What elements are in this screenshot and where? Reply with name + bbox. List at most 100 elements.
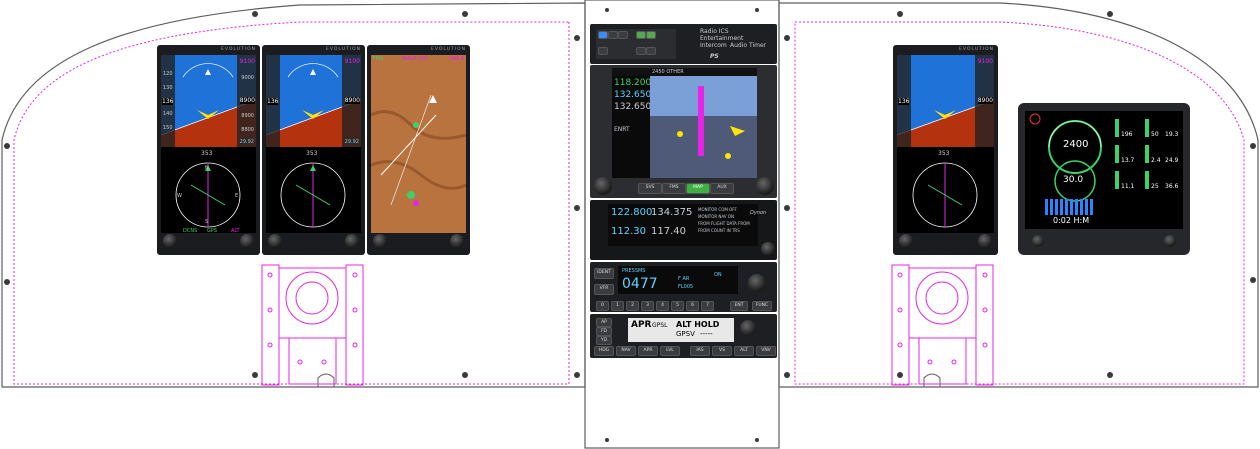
gauge-value-3: 19.3 bbox=[1165, 131, 1179, 138]
speed-tick-1: 120 bbox=[163, 71, 173, 77]
engine-right-knob[interactable] bbox=[1164, 235, 1176, 247]
navigator-freq-column: 118.200 132.650 132.650 ENRT bbox=[612, 76, 652, 178]
navigator-key-fms[interactable]: FMS bbox=[662, 183, 686, 194]
digit-6[interactable]: 6 bbox=[686, 301, 699, 311]
vnv-key[interactable]: VNV bbox=[756, 346, 776, 356]
yd-key[interactable]: YD bbox=[596, 336, 612, 345]
navigator-key-svs[interactable]: SVS bbox=[638, 183, 662, 194]
gauge-value-8: 25 bbox=[1151, 183, 1159, 190]
map-right-label: TABLE bbox=[448, 56, 464, 62]
baro-setting: 29.92 bbox=[344, 139, 359, 145]
speed-tick-2: 130 bbox=[163, 85, 173, 91]
right-knob[interactable] bbox=[345, 234, 359, 248]
left-knob[interactable] bbox=[268, 234, 282, 248]
audio-key-4[interactable] bbox=[636, 31, 646, 39]
nav-active: 112.30 bbox=[611, 226, 646, 237]
altitude-bug: 9100 bbox=[239, 58, 255, 65]
pfd-screen: 136 9100 8900 353 bbox=[897, 55, 994, 233]
alt-tick-2: 8900 bbox=[241, 113, 254, 119]
lvl-key[interactable]: LVL bbox=[660, 346, 680, 356]
audio-line-3: Intercom bbox=[700, 42, 727, 49]
airspeed-readout: 136 bbox=[162, 98, 174, 105]
navigator-left-knob[interactable] bbox=[594, 177, 612, 195]
right-knob[interactable] bbox=[450, 234, 464, 248]
ap-key[interactable]: AP bbox=[596, 318, 612, 327]
fd-key[interactable]: FD bbox=[596, 327, 612, 336]
navigator-right-knob[interactable] bbox=[756, 177, 774, 195]
engine-time: 0:02 H:M bbox=[1053, 216, 1090, 225]
digit-3[interactable]: 3 bbox=[641, 301, 654, 311]
pfd-graphics bbox=[897, 55, 994, 233]
ias-key[interactable]: IAS bbox=[690, 346, 710, 356]
audio-key-2[interactable] bbox=[608, 31, 618, 39]
digit-0[interactable]: 0 bbox=[596, 301, 609, 311]
left-knob[interactable] bbox=[373, 234, 387, 248]
efis-pfd-copilot: EVOLUTION 136 9100 8900 353 bbox=[893, 45, 998, 255]
nav-freq-1: 118.200 bbox=[614, 78, 652, 88]
pfd-screen: 120 130 140 150 136 9100 9000 8900 8800 … bbox=[161, 55, 256, 233]
altitude-readout: 8900 bbox=[344, 97, 360, 104]
softkey-dcns[interactable]: DCNS bbox=[183, 228, 197, 234]
left-knob[interactable] bbox=[899, 234, 913, 248]
audio-key-1[interactable] bbox=[598, 31, 608, 39]
nav-com-line-2: MONITOR NAV ON bbox=[698, 214, 735, 219]
softkey-alt[interactable]: ALT bbox=[231, 228, 240, 234]
alt-key[interactable]: ALT bbox=[734, 346, 754, 356]
nav-com-line-1: MONITOR COM OFF bbox=[698, 207, 737, 212]
gauge-value-4: 13.7 bbox=[1121, 157, 1135, 164]
audio-key-5[interactable] bbox=[646, 31, 656, 39]
audio-key-6[interactable] bbox=[598, 47, 608, 55]
right-knob[interactable] bbox=[240, 234, 254, 248]
transponder-screen: PRESSMS 0477 F AR FL005 ON bbox=[618, 266, 738, 294]
ap-mode-left: APR bbox=[631, 320, 652, 330]
gauge-value-5: 2.4 bbox=[1151, 157, 1161, 164]
gauge-value-2: 50 bbox=[1151, 131, 1159, 138]
left-yoke-mount bbox=[261, 264, 364, 386]
ap-mode-left-sub: GPSL bbox=[652, 322, 668, 329]
audio-line-1: Radio ICS bbox=[700, 28, 729, 35]
engine-left-knob[interactable] bbox=[1032, 235, 1044, 247]
digit-5[interactable]: 5 bbox=[671, 301, 684, 311]
map-mid-label: TABLE DST bbox=[401, 56, 429, 62]
map-screen: FMS TABLE DST TABLE bbox=[371, 55, 466, 233]
efis-pfd-center: EVOLUTION 136 9100 8900 29.92 353 bbox=[262, 45, 365, 255]
navigator-key-map[interactable]: MAP bbox=[686, 183, 710, 194]
navigator-key-aux[interactable]: AUX bbox=[710, 183, 734, 194]
audio-key-3[interactable] bbox=[618, 31, 628, 39]
ap-mode-right: ALT HOLD bbox=[676, 320, 720, 329]
audio-key-7[interactable] bbox=[636, 47, 646, 55]
digit-7[interactable]: 7 bbox=[701, 301, 714, 311]
digit-4[interactable]: 4 bbox=[656, 301, 669, 311]
digit-2[interactable]: 2 bbox=[626, 301, 639, 311]
ent-key[interactable]: ENT bbox=[730, 301, 748, 311]
efis-brand: EVOLUTION bbox=[157, 45, 260, 55]
left-knob[interactable] bbox=[163, 234, 177, 248]
hdg-key[interactable]: HDG bbox=[594, 346, 614, 356]
audio-button-array bbox=[596, 29, 676, 59]
heading-readout: 353 bbox=[306, 150, 318, 157]
nav-key[interactable]: NAV bbox=[616, 346, 636, 356]
heading-readout: 353 bbox=[938, 150, 950, 157]
altitude-readout: 8900 bbox=[977, 97, 993, 104]
compass-n: N bbox=[205, 165, 209, 171]
func-key[interactable]: FUNC bbox=[752, 301, 772, 311]
nav-standby: 117.40 bbox=[651, 226, 686, 237]
autopilot-knob[interactable] bbox=[740, 320, 756, 336]
vfr-key[interactable]: VFR bbox=[594, 284, 614, 295]
vs-key[interactable]: VS bbox=[712, 346, 732, 356]
nav-com-line-4: FROM COUNT IN TRS bbox=[698, 228, 740, 233]
right-knob[interactable] bbox=[978, 234, 992, 248]
compass-w: W bbox=[177, 193, 182, 199]
airspeed-readout: 136 bbox=[898, 98, 910, 105]
brand-label: EVOLUTION bbox=[959, 47, 994, 52]
softkey-gps[interactable]: GPS bbox=[207, 228, 217, 234]
transponder-knob[interactable] bbox=[748, 274, 766, 292]
nav-ident: ENRT bbox=[614, 126, 630, 133]
nav-com-knob[interactable] bbox=[761, 242, 775, 256]
digit-1[interactable]: 1 bbox=[611, 301, 624, 311]
efis-brand-2: EVOLUTION bbox=[262, 45, 365, 55]
navigator-topbar: 2450 OTHER bbox=[612, 68, 757, 76]
ident-key[interactable]: IDENT bbox=[594, 268, 614, 279]
audio-key-8[interactable] bbox=[646, 47, 656, 55]
apr-key[interactable]: APR bbox=[638, 346, 658, 356]
